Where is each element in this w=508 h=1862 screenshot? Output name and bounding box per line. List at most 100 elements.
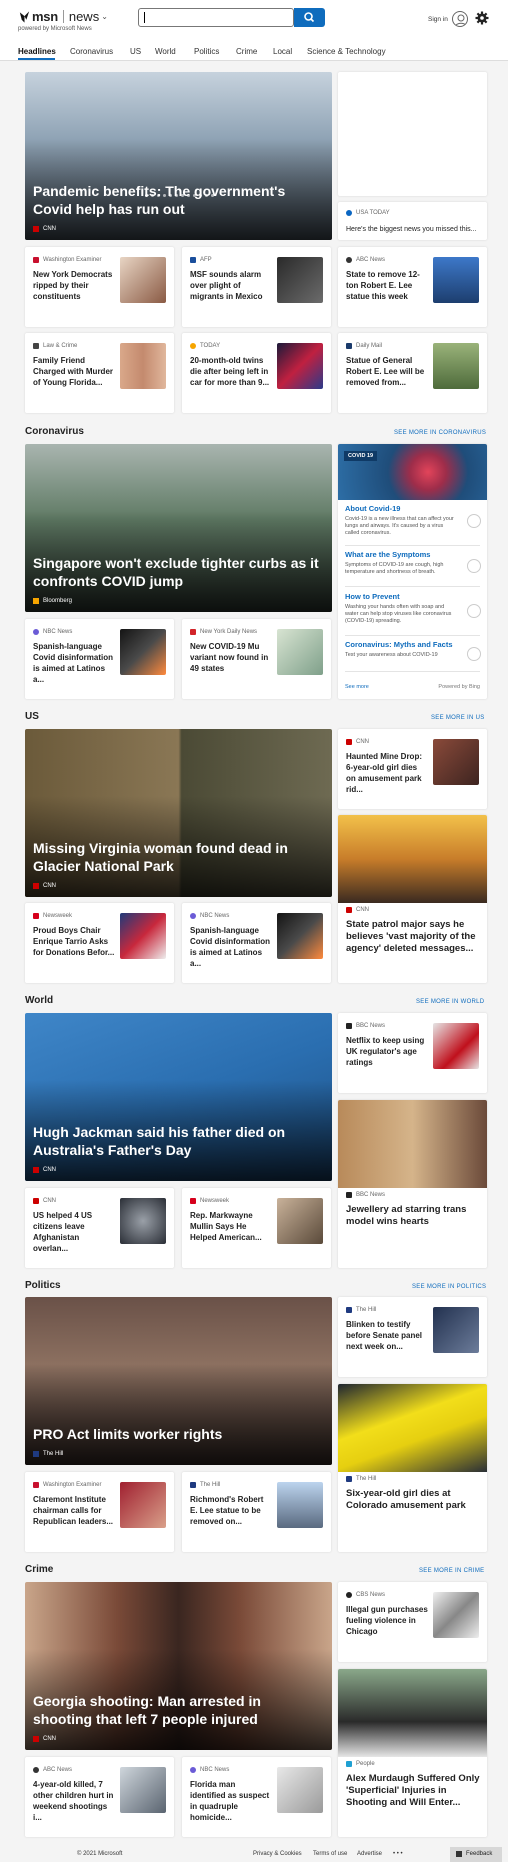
hero-title[interactable]: Pandemic benefits: The government's Covi…: [33, 182, 323, 218]
story-card[interactable]: Daily Mail Statue of General Robert E. L…: [338, 333, 487, 413]
story-title[interactable]: Jewellery ad starring trans model wins h…: [346, 1204, 486, 1228]
story-card[interactable]: CBS News Illegal gun purchases fueling v…: [338, 1582, 487, 1662]
story-card[interactable]: The Hill Richmond's Robert E. Lee statue…: [182, 1472, 331, 1552]
hero-story[interactable]: Pandemic benefits: The government's Covi…: [25, 72, 332, 240]
tab-politics[interactable]: Politics: [194, 47, 219, 56]
story-title[interactable]: Here's the biggest news you missed this.…: [346, 224, 481, 235]
covid-item-title[interactable]: What are the Symptoms: [345, 550, 477, 559]
story-title[interactable]: Alex Murdaugh Suffered Only 'Superficial…: [346, 1773, 486, 1809]
story-card[interactable]: Newsweek Proud Boys Chair Enrique Tarrio…: [25, 903, 174, 983]
tab-headlines[interactable]: Headlines: [18, 47, 56, 56]
tab-local[interactable]: Local: [273, 47, 292, 56]
covid-item[interactable]: What are the Symptoms Symptoms of COVID-1…: [345, 550, 477, 576]
story-card[interactable]: People Alex Murdaugh Suffered Only 'Supe…: [338, 1669, 487, 1837]
section-name[interactable]: news: [69, 9, 99, 24]
carousel-dots[interactable]: [145, 194, 214, 197]
footer-link-privacy[interactable]: Privacy & Cookies: [253, 1851, 302, 1857]
story-title[interactable]: Family Friend Charged with Murder of You…: [33, 355, 115, 388]
story-card[interactable]: The Hill Six-year-old girl dies at Color…: [338, 1384, 487, 1552]
story-card[interactable]: Newsweek Rep. Markwayne Mullin Says He H…: [182, 1188, 331, 1268]
story-title[interactable]: Richmond's Robert E. Lee statue to be re…: [190, 1494, 272, 1527]
story-card[interactable]: BBC News Jewellery ad starring trans mod…: [338, 1100, 487, 1268]
story-card[interactable]: ABC News 4-year-old killed, 7 other chil…: [25, 1757, 174, 1837]
tab-world[interactable]: World: [155, 47, 176, 56]
hero-title[interactable]: Missing Virginia woman found dead in Gla…: [33, 839, 323, 875]
covid-item-title[interactable]: Coronavirus: Myths and Facts: [345, 640, 477, 649]
story-card[interactable]: AFP MSF sounds alarm over plight of migr…: [182, 247, 331, 327]
see-more-world-link[interactable]: SEE MORE IN WORLD: [416, 999, 484, 1005]
feedback-button[interactable]: Feedback: [450, 1847, 502, 1862]
story-title[interactable]: Netflix to keep using UK regulator's age…: [346, 1035, 428, 1068]
section-heading-coronavirus[interactable]: Coronavirus: [25, 426, 84, 437]
hero-story[interactable]: PRO Act limits worker rights The Hill: [25, 1297, 332, 1465]
covid-item[interactable]: About Covid-19 Covid-19 is a new illness …: [345, 504, 477, 537]
story-card[interactable]: USA TODAY Here's the biggest news you mi…: [338, 202, 487, 240]
hero-story[interactable]: Hugh Jackman said his father died on Aus…: [25, 1013, 332, 1181]
story-title[interactable]: Florida man identified as suspect in qua…: [190, 1779, 272, 1823]
section-heading-world[interactable]: World: [25, 995, 53, 1006]
footer-link-advertise[interactable]: Advertise: [357, 1851, 382, 1857]
section-heading-us[interactable]: US: [25, 711, 39, 722]
story-title[interactable]: Claremont Institute chairman calls for R…: [33, 1494, 115, 1527]
search-input[interactable]: [138, 8, 294, 27]
see-more-crime-link[interactable]: SEE MORE IN CRIME: [419, 1568, 484, 1574]
tab-crime[interactable]: Crime: [236, 47, 257, 56]
story-card[interactable]: CNN US helped 4 US citizens leave Afghan…: [25, 1188, 174, 1268]
story-card[interactable]: Washington Examiner New York Democrats r…: [25, 247, 174, 327]
footer-link-terms[interactable]: Terms of use: [313, 1851, 347, 1857]
covid-item[interactable]: Coronavirus: Myths and Facts Test your aw…: [345, 640, 477, 659]
search-button[interactable]: [294, 8, 325, 27]
story-card[interactable]: BBC News Netflix to keep using UK regula…: [338, 1013, 487, 1093]
see-more-coronavirus-link[interactable]: SEE MORE IN CORONAVIRUS: [394, 430, 486, 436]
story-title[interactable]: Statue of General Robert E. Lee will be …: [346, 355, 428, 388]
story-card[interactable]: Washington Examiner Claremont Institute …: [25, 1472, 174, 1552]
story-card[interactable]: The Hill Blinken to testify before Senat…: [338, 1297, 487, 1377]
story-card[interactable]: NBC News Spanish-language Covid disinfor…: [25, 619, 174, 699]
see-more-politics-link[interactable]: SEE MORE IN POLITICS: [412, 1284, 486, 1290]
story-card[interactable]: Law & Crime Family Friend Charged with M…: [25, 333, 174, 413]
hero-title[interactable]: Hugh Jackman said his father died on Aus…: [33, 1123, 323, 1159]
story-title[interactable]: Proud Boys Chair Enrique Tarrio Asks for…: [33, 925, 115, 958]
covid-item-title[interactable]: How to Prevent: [345, 592, 477, 601]
avatar-icon[interactable]: [452, 11, 468, 27]
story-card[interactable]: ABC News State to remove 12-ton Robert E…: [338, 247, 487, 327]
chevron-down-icon[interactable]: ⌄: [101, 12, 108, 21]
story-title[interactable]: New COVID-19 Mu variant now found in 49 …: [190, 641, 272, 674]
msn-logo[interactable]: msn news ⌄: [18, 9, 108, 24]
tab-us[interactable]: US: [130, 47, 141, 56]
story-title[interactable]: Rep. Markwayne Mullin Says He Helped Ame…: [190, 1210, 272, 1243]
covid-see-more-link[interactable]: See more: [345, 684, 369, 690]
hero-story[interactable]: Georgia shooting: Man arrested in shooti…: [25, 1582, 332, 1750]
section-heading-politics[interactable]: Politics: [25, 1280, 61, 1291]
story-card[interactable]: CNN State patrol major says he believes …: [338, 815, 487, 983]
story-card[interactable]: CNN Haunted Mine Drop: 6-year-old girl d…: [338, 729, 487, 809]
covid-item[interactable]: How to Prevent Washing your hands often w…: [345, 592, 477, 625]
see-more-us-link[interactable]: SEE MORE IN US: [431, 715, 485, 721]
story-title[interactable]: MSF sounds alarm over plight of migrants…: [190, 269, 272, 302]
footer-more-button[interactable]: • • •: [393, 1851, 403, 1857]
story-card[interactable]: New York Daily News New COVID-19 Mu vari…: [182, 619, 331, 699]
story-card[interactable]: TODAY 20-month-old twins die after being…: [182, 333, 331, 413]
story-title[interactable]: 20-month-old twins die after being left …: [190, 355, 272, 388]
section-heading-crime[interactable]: Crime: [25, 1564, 53, 1575]
covid-item-title[interactable]: About Covid-19: [345, 504, 477, 513]
tab-coronavirus[interactable]: Coronavirus: [70, 47, 113, 56]
hero-title[interactable]: Singapore won't exclude tighter curbs as…: [33, 554, 323, 590]
sign-in-link[interactable]: Sign in: [428, 16, 448, 23]
story-card[interactable]: NBC News Spanish-language Covid disinfor…: [182, 903, 331, 983]
story-title[interactable]: Illegal gun purchases fueling violence i…: [346, 1604, 428, 1637]
story-title[interactable]: New York Democrats ripped by their const…: [33, 269, 115, 302]
hero-title[interactable]: Georgia shooting: Man arrested in shooti…: [33, 1692, 323, 1728]
hero-title[interactable]: PRO Act limits worker rights: [33, 1425, 323, 1443]
story-title[interactable]: Blinken to testify before Senate panel n…: [346, 1319, 428, 1352]
hero-story[interactable]: Singapore won't exclude tighter curbs as…: [25, 444, 332, 612]
story-title[interactable]: State to remove 12-ton Robert E. Lee sta…: [346, 269, 428, 302]
story-title[interactable]: 4-year-old killed, 7 other children hurt…: [33, 1779, 115, 1823]
story-title[interactable]: Spanish-language Covid disinformation is…: [190, 925, 272, 969]
story-title[interactable]: Haunted Mine Drop: 6-year-old girl dies …: [346, 751, 428, 795]
hero-story[interactable]: Missing Virginia woman found dead in Gla…: [25, 729, 332, 897]
story-title[interactable]: Six-year-old girl dies at Colorado amuse…: [346, 1488, 486, 1512]
story-title[interactable]: State patrol major says he believes 'vas…: [346, 919, 486, 955]
story-title[interactable]: US helped 4 US citizens leave Afghanista…: [33, 1210, 115, 1254]
gear-icon[interactable]: [475, 11, 489, 25]
